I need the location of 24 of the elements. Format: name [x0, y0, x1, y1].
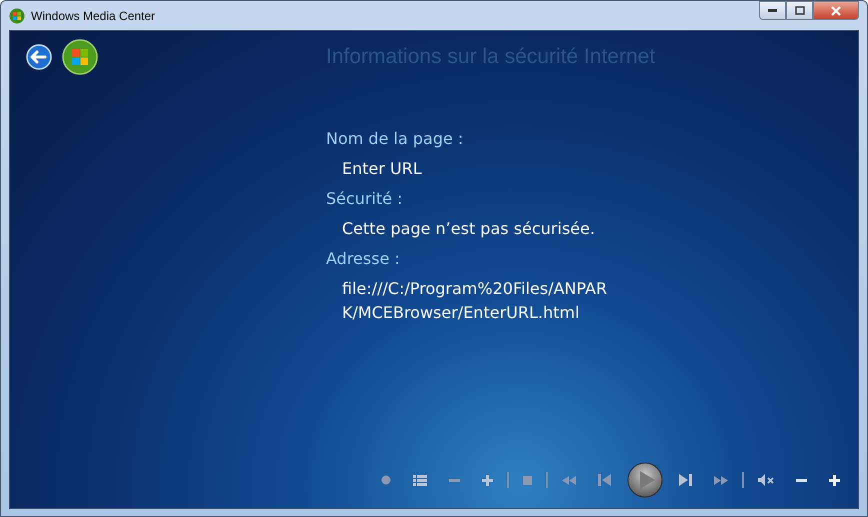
field-label: Sécurité : — [326, 188, 404, 210]
close-icon — [830, 6, 842, 16]
volume-down-icon[interactable] — [796, 478, 807, 482]
list-icon[interactable] — [413, 474, 427, 486]
field-value: Cette page n’est pas sécurisée. — [342, 218, 596, 240]
plus-icon[interactable] — [482, 474, 493, 486]
close-button[interactable] — [813, 1, 859, 20]
next-icon[interactable] — [679, 474, 692, 486]
maximize-button[interactable] — [786, 1, 813, 20]
mute-icon[interactable] — [758, 474, 774, 486]
field-value: Enter URL — [342, 158, 423, 180]
fast-forward-icon[interactable] — [714, 476, 728, 484]
field-label: Nom de la page : — [326, 128, 464, 150]
minimize-icon — [768, 9, 777, 12]
app-logo-icon — [9, 8, 25, 24]
field-value: file:///C:/Program%20Files/ANPAR — [342, 278, 608, 300]
field-label: Adresse : — [326, 248, 401, 270]
field-value: K/MCEBrowser/EnterURL.html — [342, 302, 580, 324]
windows-logo-icon[interactable] — [62, 39, 98, 75]
minimize-button[interactable] — [759, 1, 786, 20]
maximize-icon — [794, 6, 804, 15]
volume-up-icon[interactable] — [829, 474, 840, 486]
play-button-icon[interactable] — [627, 462, 663, 498]
window-title: Windows Media Center — [31, 8, 156, 22]
